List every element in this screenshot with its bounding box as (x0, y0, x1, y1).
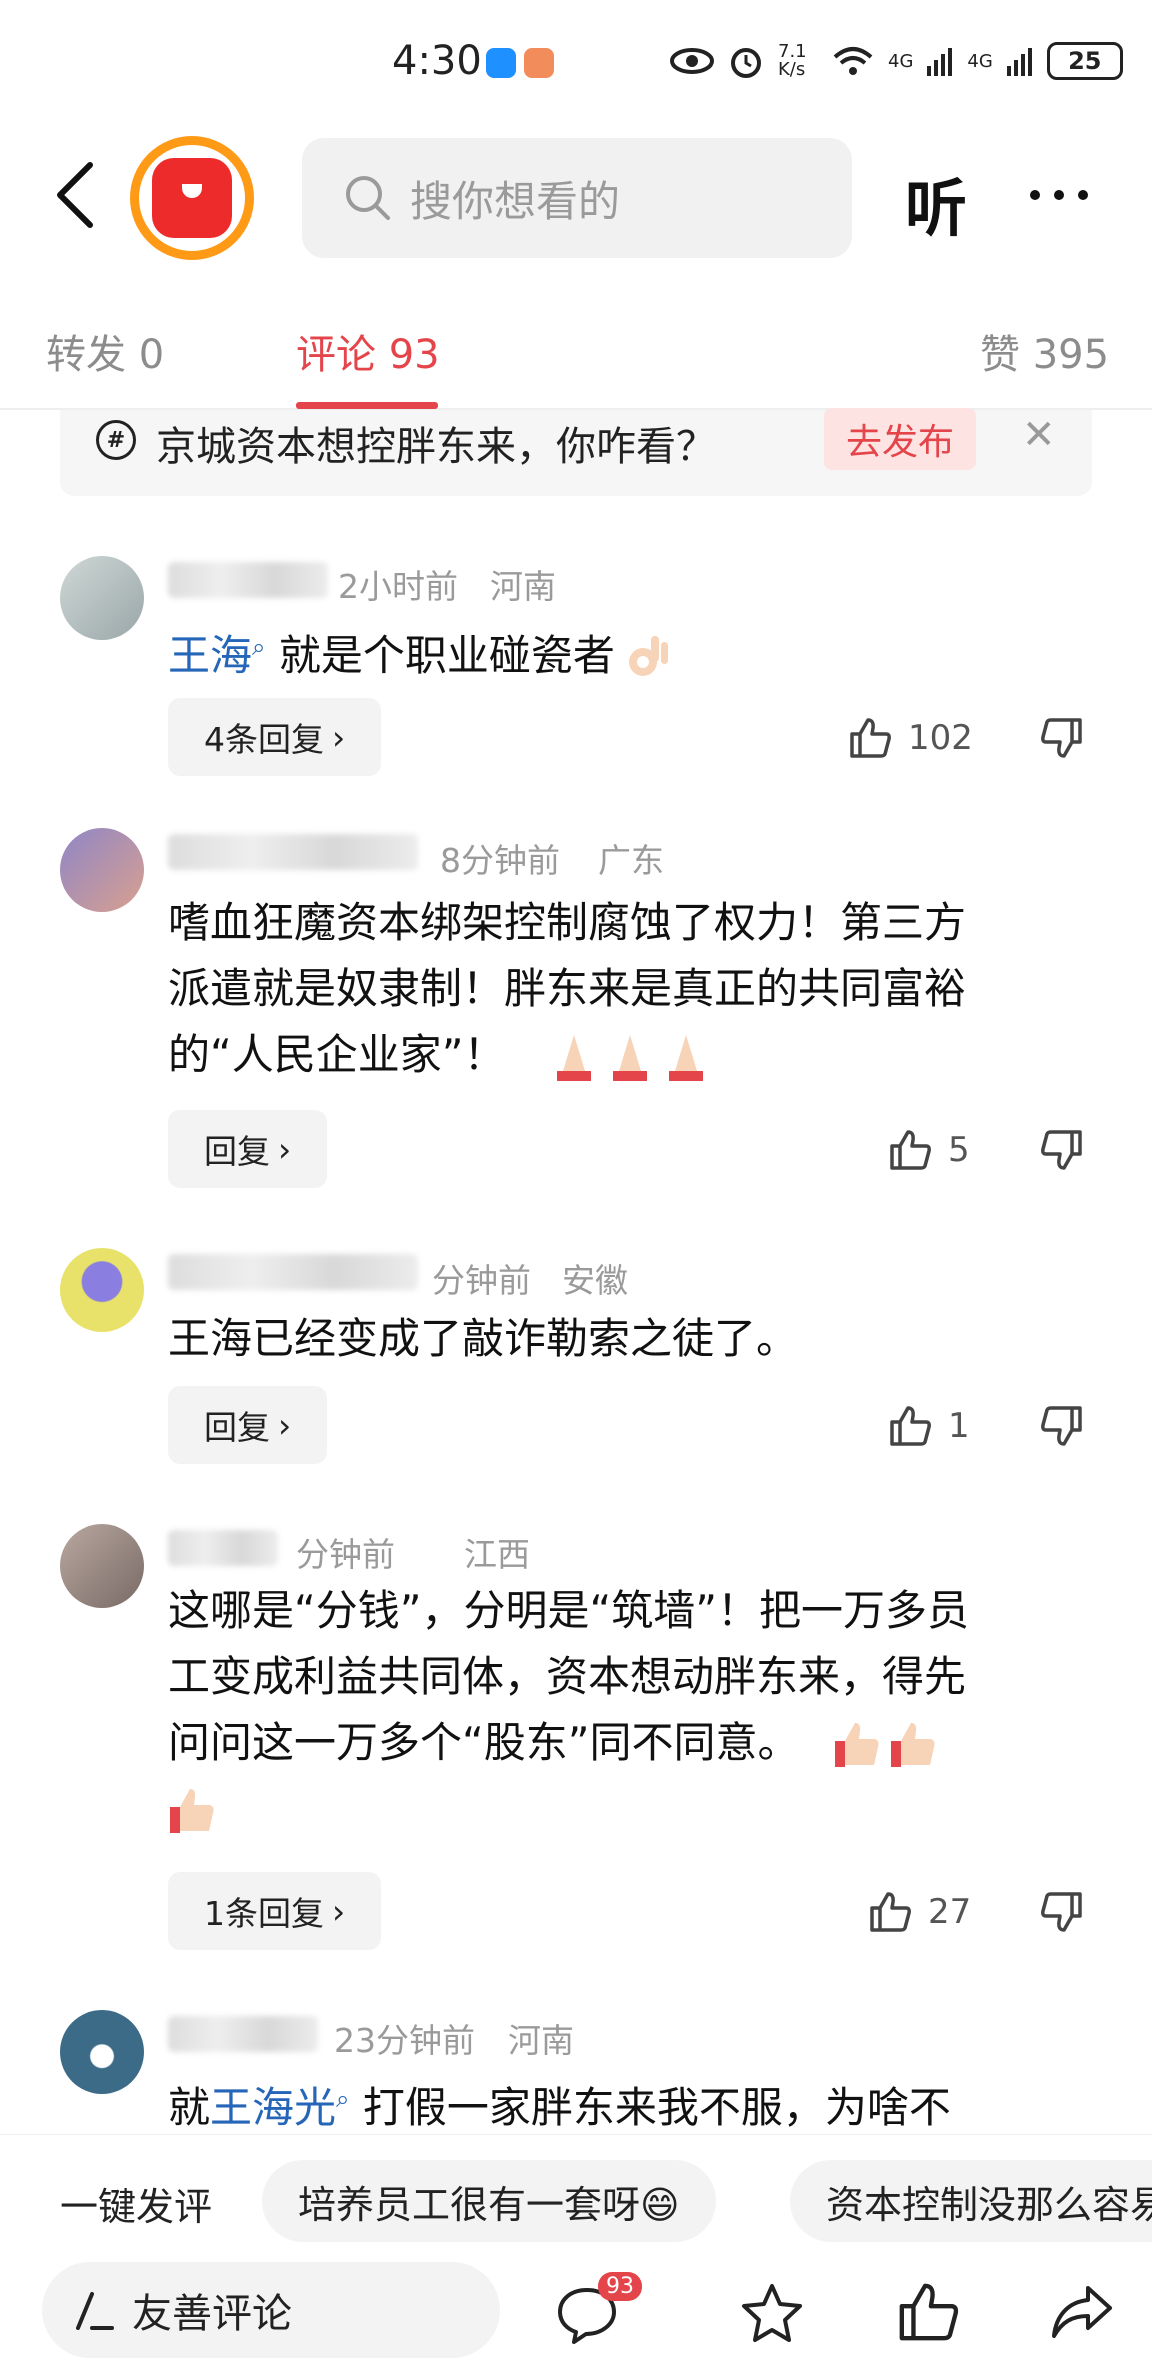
comment-time: 2小时前 (338, 567, 458, 606)
close-icon[interactable]: ✕ (1022, 412, 1056, 458)
quick-comment-chip[interactable]: 资本控制没那么容易 (790, 2160, 1152, 2242)
signal-4g-b: 4G (967, 50, 993, 72)
like-button[interactable]: 5 (888, 1128, 970, 1172)
comment-text: 就王海光⌕ 打假一家胖东来我不服，为啥不 (168, 2083, 951, 2132)
mention-link[interactable]: 王海光 (210, 2083, 336, 2132)
thumbs-up-icon (890, 1406, 931, 1446)
thumbs-down-icon[interactable] (1040, 1890, 1084, 1934)
chevron-right-icon: › (332, 1891, 346, 1931)
wallet-icon (152, 158, 232, 238)
signal-bars-icon (927, 48, 953, 76)
thumbs-down-icon[interactable] (1040, 1128, 1084, 1172)
battery-indicator: 25 (1046, 42, 1123, 80)
search-mark-icon: ⌕ (252, 633, 266, 661)
comment-text: 王海⌕ 就是个职业碰瓷者 (168, 614, 671, 689)
chevron-right-icon: › (332, 717, 346, 757)
share-icon[interactable] (1050, 2284, 1114, 2342)
chevron-right-icon: › (278, 1405, 292, 1445)
search-bar[interactable]: 搜你想看的 (302, 138, 852, 258)
comment-location: 安徽 (562, 1261, 628, 1300)
comment-location: 江西 (464, 1535, 530, 1574)
thumbs-up-icon[interactable] (896, 2280, 960, 2344)
star-icon[interactable] (740, 2282, 804, 2344)
tab-comments[interactable]: 评论 93 (296, 322, 440, 380)
thumbs-up-icon (870, 1892, 911, 1932)
signal-bars-icon (1006, 48, 1032, 76)
net-speed: 7.1 K/s (778, 41, 807, 80)
message-notification-icon (486, 48, 516, 78)
notification-icons (486, 48, 554, 78)
thumbs-up-emoji-icon (890, 1722, 935, 1767)
pen-icon (76, 2292, 114, 2330)
comment-location: 广东 (598, 841, 664, 880)
ok-hand-emoji-icon (628, 635, 668, 676)
search-mark-icon: ⌕ (336, 2085, 350, 2113)
comment-time: 分钟前 (296, 1535, 395, 1574)
quick-comment-label: 一键发评 (60, 2185, 213, 2229)
thumbs-up-icon (890, 1130, 931, 1170)
praying-hands-emoji-icon (612, 1034, 647, 1081)
signal-4g-a: 4G (888, 50, 914, 72)
chevron-right-icon: › (278, 1129, 292, 1169)
praying-hands-emoji-icon (668, 1034, 703, 1081)
comment-time: 分钟前 (432, 1261, 531, 1300)
username-blurred[interactable] (168, 2016, 318, 2052)
comment-text: 王海已经变成了敲诈勒索之徒了。 (168, 1314, 799, 1363)
thumbs-down-icon[interactable] (1040, 1404, 1084, 1448)
comment-input[interactable]: 友善评论 (42, 2262, 500, 2358)
app-logo[interactable] (130, 136, 254, 260)
search-icon (346, 176, 390, 220)
like-button[interactable]: 102 (848, 716, 973, 760)
avatar[interactable] (60, 1524, 144, 1608)
comment-count-badge: 93 (598, 2272, 642, 2301)
hashtag-icon: # (96, 420, 136, 460)
status-time: 4:30 (392, 38, 482, 84)
topic-text: 京城资本想控胖东来，你咋看？ (156, 424, 716, 470)
active-tab-indicator (296, 402, 438, 409)
praying-hands-emoji-icon (556, 1034, 591, 1081)
thumbs-down-icon[interactable] (1040, 716, 1084, 760)
thumbs-up-icon (850, 718, 891, 758)
like-button[interactable]: 1 (888, 1404, 970, 1448)
more-options-icon[interactable] (1030, 190, 1088, 200)
quick-comment-chip[interactable]: 培养员工很有一套呀😄 (262, 2160, 716, 2242)
replies-button[interactable]: 1条回复 › (168, 1872, 382, 1950)
comment-location: 河南 (490, 567, 556, 606)
back-arrow-icon[interactable] (50, 160, 100, 230)
avatar[interactable] (60, 2010, 144, 2094)
comment-time: 8分钟前 (440, 841, 560, 880)
comment-location: 河南 (508, 2021, 574, 2060)
avatar[interactable] (60, 828, 144, 912)
tab-likes[interactable]: 赞 395 (980, 322, 1109, 380)
eye-icon (670, 48, 714, 74)
thumbs-up-emoji-icon (170, 1788, 214, 1833)
wifi-icon (833, 47, 873, 75)
like-button[interactable]: 27 (868, 1890, 971, 1934)
search-placeholder: 搜你想看的 (410, 176, 621, 226)
tab-reposts[interactable]: 转发 0 (46, 322, 164, 380)
comment-text: 这哪是“分钱”，分明是“筑墙”！把一万多员 工变成利益共同体，资本想动胖东来，得… (168, 1578, 969, 1842)
chat-notification-icon (524, 48, 554, 78)
alarm-icon (731, 48, 761, 78)
status-icons: 7.1 K/s 4G 4G 25 (670, 42, 1123, 80)
username-blurred[interactable] (168, 1254, 418, 1290)
publish-button[interactable]: 去发布 (824, 408, 976, 470)
replies-button[interactable]: 4条回复 › (168, 698, 382, 776)
username-blurred[interactable] (168, 562, 328, 598)
avatar[interactable] (60, 556, 144, 640)
avatar[interactable] (60, 1248, 144, 1332)
mention-link[interactable]: 王海 (168, 631, 252, 680)
comment-time: 23分钟前 (334, 2021, 475, 2060)
reply-button[interactable]: 回复 › (168, 1110, 328, 1188)
username-blurred[interactable] (168, 1530, 278, 1566)
username-blurred[interactable] (168, 834, 418, 870)
reply-button[interactable]: 回复 › (168, 1386, 328, 1464)
thumbs-up-emoji-icon (834, 1722, 879, 1767)
comment-text: 嗜血狂魔资本绑架控制腐蚀了权力！第三方 派遣就是奴隶制！胖东来是真正的共同富裕 … (168, 890, 966, 1088)
listen-button[interactable]: 听 (905, 158, 967, 248)
